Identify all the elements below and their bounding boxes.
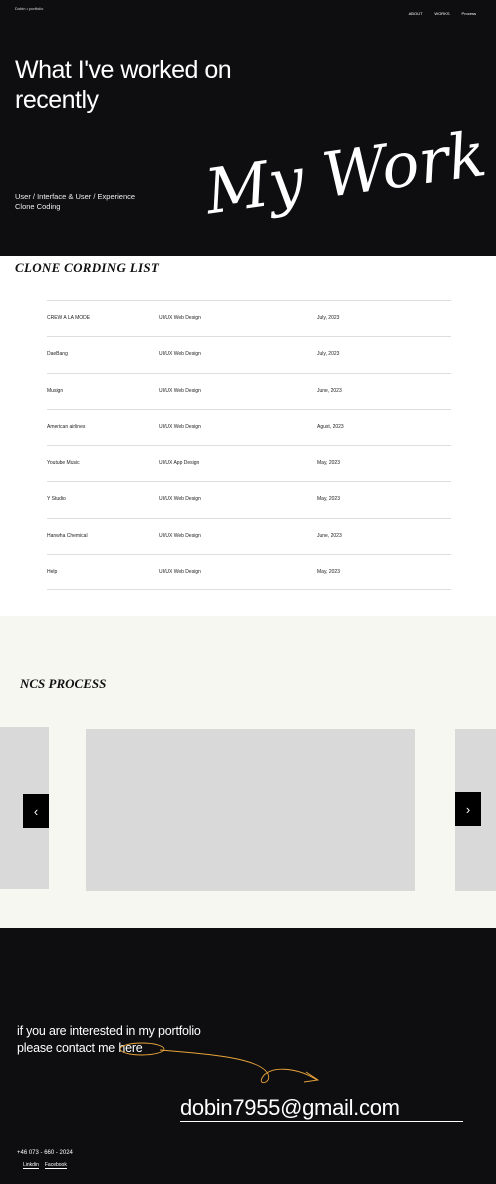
carousel-next-button[interactable]: › (455, 792, 481, 826)
arrow-doodle-icon (120, 1042, 320, 1084)
process-section: NCS PROCESS ‹ › (0, 616, 496, 928)
nav-process[interactable]: Process (462, 11, 476, 16)
hero-title-line1: What I've worked on (15, 56, 232, 84)
project-name: American airlines (47, 423, 86, 430)
hero-title: What I've worked on recently (15, 55, 232, 115)
my-work-script-title: My Work (200, 117, 490, 220)
project-name: Youtube Music (47, 460, 80, 467)
clone-coding-list-section: CLONE CORDING LIST CREW A LA MODE UI/UX … (0, 256, 496, 616)
project-type: UI/UX Web Design (159, 423, 201, 430)
hero-subtitle-line2: Clone Coding (15, 202, 61, 211)
table-row[interactable]: DaeBang UI/UX Web Design July, 2023 (47, 336, 451, 372)
hero-subtitle-line1: User / Interface & User / Experience (15, 192, 136, 201)
project-type: UI/UX Web Design (159, 532, 201, 539)
project-date: July, 2023 (317, 315, 340, 321)
project-name: DaeBang (47, 351, 68, 358)
project-date: July, 2023 (317, 351, 340, 358)
project-name: Y Studio (47, 496, 66, 503)
carousel-slide-current[interactable] (86, 729, 415, 891)
table-row[interactable]: Help UI/UX Web Design May, 2023 (47, 554, 451, 591)
project-name: Musign (47, 387, 64, 394)
table-row[interactable]: American airlines UI/UX Web Design Agust… (47, 408, 451, 445)
top-nav: ABOUT WORKS Process (409, 11, 476, 16)
project-type: UI/UX Web Design (159, 569, 201, 576)
project-name: Hanwha Chemical (47, 532, 88, 539)
project-type: UI/UX Web Design (159, 496, 201, 503)
table-row[interactable]: Youtube Music UI/UX App Design May, 2023 (47, 445, 451, 481)
chevron-right-icon: › (465, 801, 471, 817)
cta-line2-prefix: please contact me (17, 1041, 119, 1055)
linkedin-link[interactable]: Linkdin (23, 1162, 39, 1169)
project-date: May, 2023 (317, 496, 340, 503)
project-date: May, 2023 (317, 569, 340, 576)
project-date: June, 2023 (317, 532, 342, 539)
chevron-left-icon: ‹ (33, 803, 39, 819)
clone-list-table: CREW A LA MODE UI/UX Web Design July, 20… (47, 300, 451, 591)
project-type: UI/UX App Design (159, 460, 200, 467)
clone-list-heading: CLONE CORDING LIST (15, 260, 160, 275)
project-date: May, 2023 (317, 460, 340, 467)
social-links: Linkdin Facebook (23, 1162, 67, 1169)
contact-section: if you are interested in my portfolio pl… (0, 928, 496, 1184)
carousel-prev-button[interactable]: ‹ (23, 794, 49, 828)
process-heading: NCS PROCESS (20, 676, 107, 691)
hero-title-line2: recently (15, 86, 99, 114)
project-name: Help (47, 569, 58, 576)
email-link[interactable]: dobin7955@gmail.com (180, 1095, 463, 1122)
hero-subtitle: User / Interface & User / Experience Clo… (15, 192, 135, 212)
project-name: CREW A LA MODE (47, 315, 91, 321)
table-row[interactable]: CREW A LA MODE UI/UX Web Design July, 20… (47, 300, 451, 336)
project-type: UI/UX Web Design (159, 387, 201, 394)
project-type: UI/UX Web Design (159, 315, 201, 321)
facebook-link[interactable]: Facebook (44, 1162, 67, 1169)
nav-works[interactable]: WORKS (434, 11, 449, 16)
project-type: UI/UX Web Design (159, 351, 201, 358)
hero-section: Dobin • portfolio ABOUT WORKS Process Wh… (0, 0, 496, 256)
project-date: Agust, 2023 (317, 423, 344, 430)
table-row[interactable]: Hanwha Chemical UI/UX Web Design June, 2… (47, 517, 451, 554)
my-work-script-text: My Work (200, 117, 490, 220)
table-row[interactable]: Y Studio UI/UX Web Design May, 2023 (47, 481, 451, 517)
phone-number: +46 073 - 660 - 2024 (17, 1150, 73, 1156)
project-date: June, 2023 (317, 387, 342, 394)
table-row[interactable]: Musign UI/UX Web Design June, 2023 (47, 372, 451, 409)
site-logo[interactable]: Dobin • portfolio (15, 6, 43, 11)
nav-about[interactable]: ABOUT (409, 11, 423, 16)
